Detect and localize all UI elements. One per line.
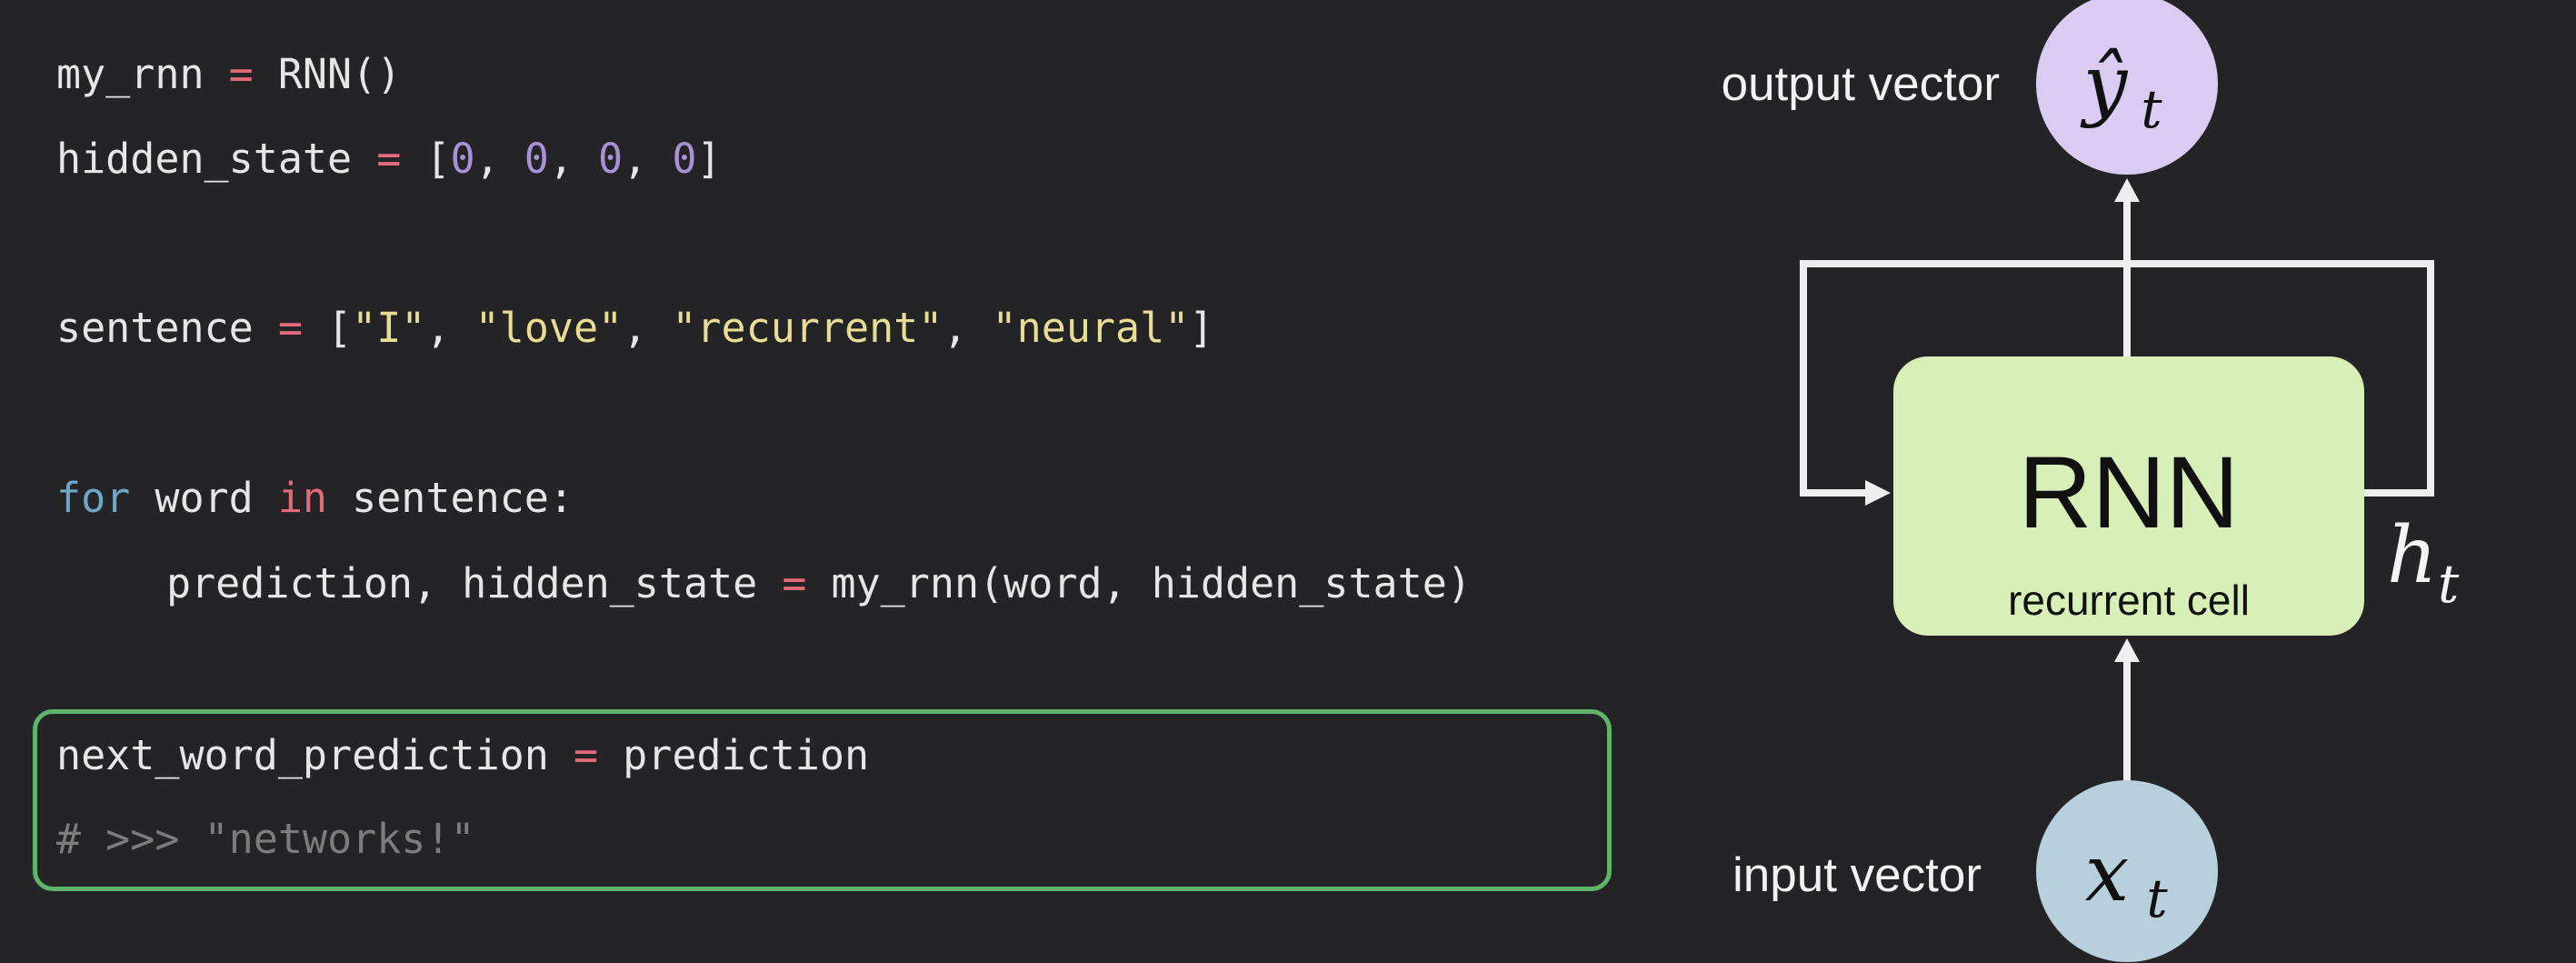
rnn-cell-title: RNN	[2019, 436, 2240, 549]
slide: my_rnn = RNN() hidden_state = [0, 0, 0, …	[0, 0, 2576, 963]
output-symbol: ŷ	[2080, 39, 2129, 130]
output-vector-label: output vector	[1722, 57, 2000, 111]
rnn-diagram: ŷ t output vector RNN recurrent cell h t…	[1722, 0, 2460, 962]
input-vector-label: input vector	[1732, 848, 1982, 902]
rnn-cell-subtitle: recurrent cell	[2008, 577, 2250, 624]
arrowhead-recurrent	[1865, 480, 1891, 506]
input-symbol: x	[2085, 828, 2130, 919]
hidden-state-symbol: h	[2387, 510, 2437, 601]
output-subscript: t	[2141, 78, 2162, 140]
arrowhead-to-output	[2114, 178, 2140, 202]
hidden-state-subscript: t	[2438, 553, 2460, 615]
input-subscript: t	[2146, 868, 2168, 929]
arrowhead-to-cell	[2114, 638, 2140, 662]
